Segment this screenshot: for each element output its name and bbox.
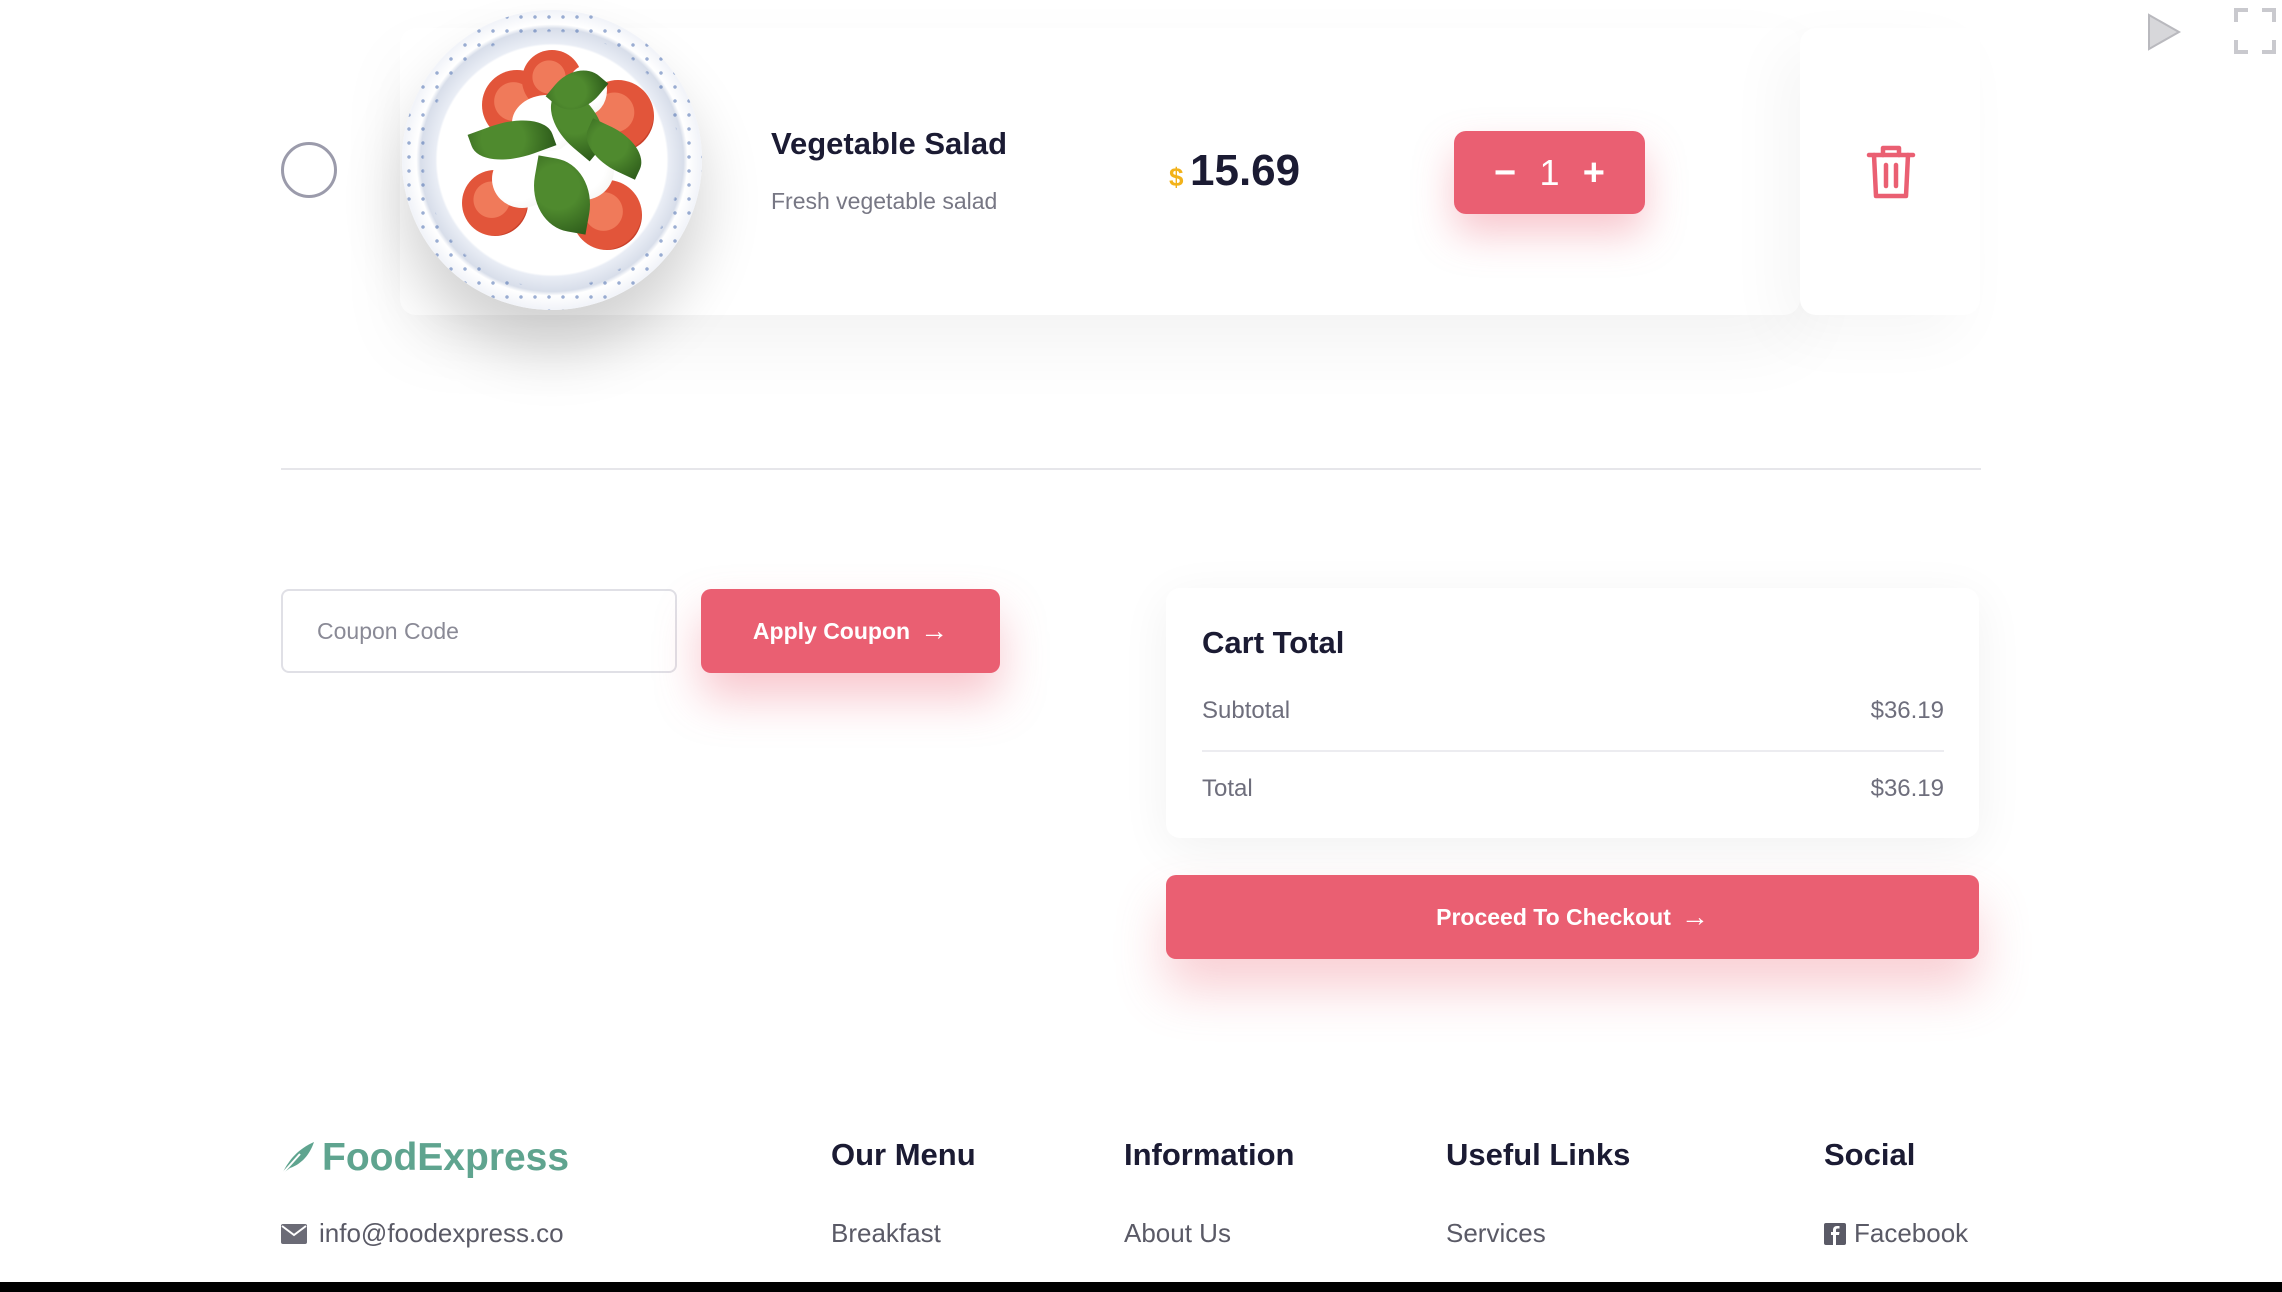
quantity-value: 1 bbox=[1539, 151, 1560, 193]
play-icon[interactable] bbox=[2146, 12, 2182, 52]
contact-email[interactable]: info@foodexpress.co bbox=[281, 1218, 564, 1249]
proceed-to-checkout-button[interactable]: Proceed To Checkout → bbox=[1166, 875, 1979, 959]
plate-pattern bbox=[402, 10, 702, 310]
footer-link-breakfast[interactable]: Breakfast bbox=[831, 1218, 941, 1249]
item-select-radio[interactable] bbox=[281, 142, 337, 198]
section-divider bbox=[281, 468, 1981, 470]
footer-heading-information: Information bbox=[1124, 1137, 1295, 1172]
total-label: Total bbox=[1202, 775, 1253, 802]
trash-icon[interactable] bbox=[1866, 143, 1916, 201]
subtotal-label: Subtotal bbox=[1202, 697, 1291, 724]
price-currency: $ bbox=[1169, 162, 1184, 192]
email-text: info@foodexpress.co bbox=[319, 1218, 564, 1248]
checkout-label: Proceed To Checkout bbox=[1436, 903, 1671, 930]
footer-link-services[interactable]: Services bbox=[1446, 1218, 1546, 1249]
leaf-logo-icon bbox=[281, 1142, 314, 1175]
quantity-stepper: − 1 + bbox=[1454, 131, 1645, 214]
brand-name: FoodExpress bbox=[322, 1136, 570, 1179]
coupon-code-input[interactable] bbox=[281, 589, 677, 673]
footer-link-facebook[interactable]: Facebook bbox=[1824, 1218, 1968, 1249]
footer-heading-social: Social bbox=[1824, 1137, 1916, 1172]
item-name: Vegetable Salad bbox=[771, 126, 1008, 161]
total-value: $36.19 bbox=[1870, 775, 1944, 802]
apply-coupon-button[interactable]: Apply Coupon → bbox=[701, 589, 1000, 673]
footer-heading-our-menu: Our Menu bbox=[831, 1137, 976, 1172]
increase-quantity-button[interactable]: + bbox=[1583, 154, 1605, 192]
apply-coupon-label: Apply Coupon bbox=[752, 617, 911, 644]
brand-logo[interactable]: FoodExpress bbox=[278, 1136, 569, 1180]
footer-heading-useful-links: Useful Links bbox=[1446, 1137, 1631, 1172]
arrow-right-icon: → bbox=[1680, 901, 1709, 932]
subtotal-value: $36.19 bbox=[1870, 697, 1944, 724]
bottom-edge-bar bbox=[0, 1282, 2282, 1292]
facebook-icon bbox=[1824, 1222, 1846, 1245]
envelope-icon bbox=[281, 1223, 307, 1244]
decrease-quantity-button[interactable]: − bbox=[1494, 154, 1516, 192]
item-price: 15.69 bbox=[1190, 146, 1301, 195]
item-description: Fresh vegetable salad bbox=[771, 188, 998, 214]
cart-total-title: Cart Total bbox=[1202, 625, 1345, 660]
footer-link-about-us[interactable]: About Us bbox=[1124, 1218, 1231, 1249]
fullscreen-icon[interactable] bbox=[2234, 8, 2276, 54]
arrow-right-icon: → bbox=[920, 615, 949, 646]
total-divider bbox=[1202, 750, 1944, 752]
facebook-label: Facebook bbox=[1854, 1218, 1969, 1248]
